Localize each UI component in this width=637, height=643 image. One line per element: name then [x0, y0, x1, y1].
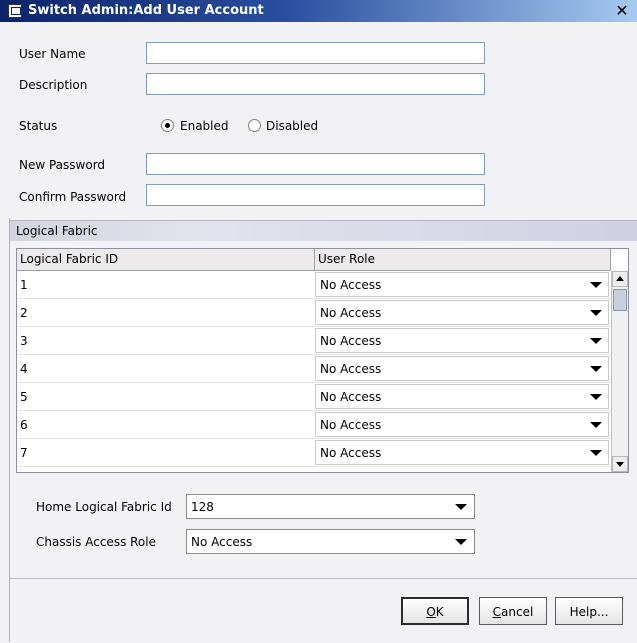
chevron-down-icon[interactable] — [590, 310, 602, 316]
cancel-label-rest: ancel — [501, 605, 534, 619]
user-role-value: No Access — [320, 306, 382, 320]
table-row[interactable]: 5 No Access — [17, 383, 611, 411]
ok-button[interactable]: OK — [401, 597, 469, 625]
home-fabric-dropdown[interactable]: 128 — [186, 494, 475, 519]
cancel-mnemonic: C — [492, 605, 502, 619]
user-role-value: No Access — [320, 278, 382, 292]
user-role-value: No Access — [320, 418, 382, 432]
enabled-radio[interactable] — [161, 119, 174, 132]
fabric-id-cell: 3 — [20, 334, 28, 348]
chevron-down-icon[interactable] — [455, 504, 467, 510]
cancel-button[interactable]: Cancel — [479, 597, 547, 625]
scroll-down-button[interactable] — [612, 456, 628, 472]
home-fabric-label: Home Logical Fabric Id — [36, 500, 172, 514]
table-row[interactable]: 1 No Access — [17, 271, 611, 299]
close-icon[interactable]: ✕ — [613, 2, 631, 20]
user-name-input[interactable] — [146, 42, 485, 64]
user-name-label: User Name — [19, 47, 86, 61]
chevron-down-icon[interactable] — [590, 282, 602, 288]
user-role-value: No Access — [320, 446, 382, 460]
confirm-password-input[interactable] — [146, 184, 485, 206]
help-button[interactable]: Help... — [555, 597, 623, 625]
home-fabric-value: 128 — [191, 500, 214, 514]
table-row[interactable]: 3 No Access — [17, 327, 611, 355]
logical-fabric-title: Logical Fabric — [16, 224, 98, 238]
disabled-label[interactable]: Disabled — [266, 119, 318, 133]
ok-mnemonic: O — [426, 605, 436, 619]
title-bar: Switch Admin:Add User Account ✕ — [0, 0, 637, 22]
user-role-value: No Access — [320, 334, 382, 348]
ok-label-rest: K — [435, 605, 444, 619]
description-label: Description — [19, 78, 88, 92]
chevron-down-icon[interactable] — [590, 366, 602, 372]
new-password-input[interactable] — [146, 153, 485, 175]
chevron-down-icon[interactable] — [455, 539, 467, 545]
table-row[interactable]: 7 No Access — [17, 439, 611, 467]
scroll-thumb[interactable] — [613, 289, 627, 311]
fabric-id-cell: 6 — [20, 418, 28, 432]
user-role-dropdown[interactable]: No Access — [315, 412, 609, 437]
description-input[interactable] — [146, 73, 485, 95]
user-role-dropdown[interactable]: No Access — [315, 440, 609, 465]
user-role-dropdown[interactable]: No Access — [315, 328, 609, 353]
column-header-fabric-id[interactable]: Logical Fabric ID — [17, 249, 315, 271]
column-header-user-role[interactable]: User Role — [315, 249, 611, 271]
table-scrollbar[interactable] — [611, 271, 628, 472]
status-label: Status — [19, 119, 58, 133]
chevron-down-icon[interactable] — [590, 450, 602, 456]
chevron-down-icon[interactable] — [590, 422, 602, 428]
table-row[interactable]: 2 No Access — [17, 299, 611, 327]
arrow-up-icon — [616, 276, 624, 281]
window-title: Switch Admin:Add User Account — [28, 3, 264, 18]
logical-fabric-table: Logical Fabric ID User Role 1 No Access … — [16, 248, 629, 473]
new-password-label: New Password — [19, 158, 106, 172]
window-icon — [8, 4, 22, 18]
user-role-dropdown[interactable]: No Access — [315, 384, 609, 409]
chevron-down-icon[interactable] — [590, 338, 602, 344]
user-role-dropdown[interactable]: No Access — [315, 300, 609, 325]
disabled-radio[interactable] — [248, 119, 261, 132]
fabric-id-cell: 7 — [20, 446, 28, 460]
user-role-dropdown[interactable]: No Access — [315, 356, 609, 381]
arrow-down-icon — [616, 462, 624, 467]
user-role-value: No Access — [320, 390, 382, 404]
user-role-value: No Access — [320, 362, 382, 376]
fabric-id-cell: 4 — [20, 362, 28, 376]
table-row[interactable]: 4 No Access — [17, 355, 611, 383]
chevron-down-icon[interactable] — [590, 394, 602, 400]
confirm-password-label: Confirm Password — [19, 190, 127, 204]
logical-fabric-header: Logical Fabric — [10, 220, 637, 241]
table-row[interactable]: 6 No Access — [17, 411, 611, 439]
user-role-dropdown[interactable]: No Access — [315, 272, 609, 297]
fabric-id-cell: 1 — [20, 278, 28, 292]
chassis-role-label: Chassis Access Role — [36, 535, 156, 549]
scroll-up-button[interactable] — [612, 271, 628, 287]
chassis-role-value: No Access — [191, 535, 253, 549]
enabled-label[interactable]: Enabled — [180, 119, 229, 133]
fabric-id-cell: 2 — [20, 306, 28, 320]
fabric-id-cell: 5 — [20, 390, 28, 404]
chassis-role-dropdown[interactable]: No Access — [186, 529, 475, 554]
